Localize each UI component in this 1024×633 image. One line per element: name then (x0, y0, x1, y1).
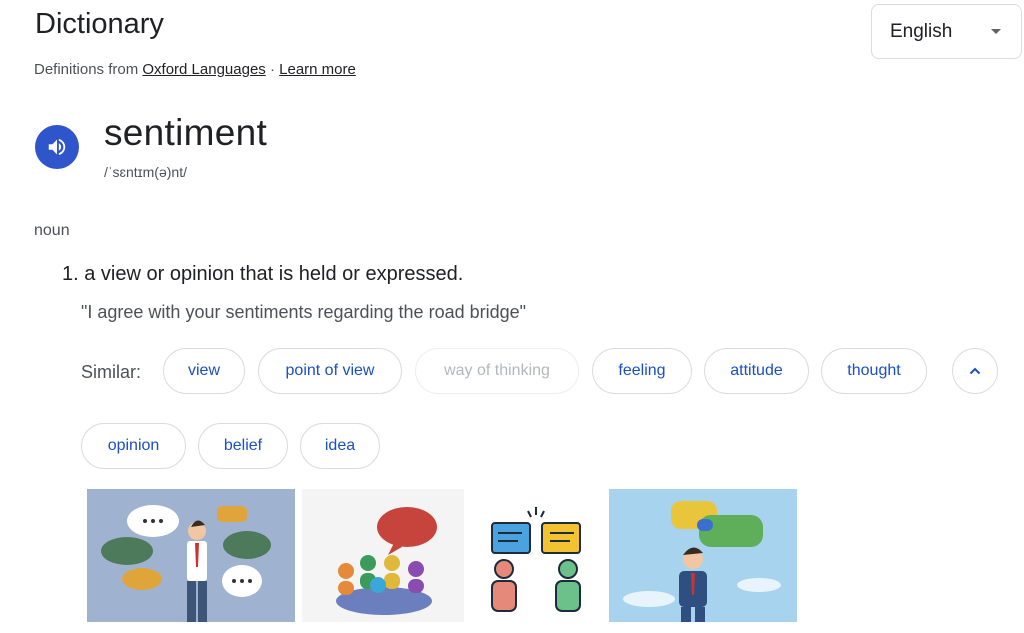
similar-label: Similar: (81, 362, 142, 382)
similar-chip[interactable]: way of thinking (415, 348, 579, 394)
chevron-down-icon (991, 29, 1001, 34)
collapse-similar-button[interactable] (952, 348, 998, 394)
similar-chip[interactable]: idea (300, 423, 380, 469)
similar-chip[interactable]: thought (821, 348, 927, 394)
similar-chip[interactable]: belief (198, 423, 288, 469)
speaker-icon (48, 138, 66, 156)
source-prefix: Definitions from (34, 61, 143, 78)
part-of-speech: noun (34, 222, 70, 239)
similar-chip[interactable]: feeling (592, 348, 692, 394)
opinion-image-thumbnail[interactable] (609, 489, 797, 622)
learn-more-link[interactable]: Learn more (279, 61, 356, 78)
similar-chip[interactable]: view (163, 348, 245, 394)
similar-chip[interactable]: point of view (258, 348, 402, 394)
oxford-languages-link[interactable]: Oxford Languages (142, 61, 265, 78)
businessman-thinking-illustration (623, 501, 781, 622)
source-line: Definitions from Oxford Languages · Lear… (34, 61, 356, 78)
language-value: English (890, 20, 953, 42)
opinion-group-illustration (336, 507, 437, 615)
similar-chip[interactable]: attitude (704, 348, 809, 394)
two-people-talking-illustration (491, 507, 581, 612)
similar-chip[interactable]: opinion (81, 423, 186, 469)
opinion-image-thumbnail[interactable] (302, 489, 464, 622)
pronunciation-button[interactable] (35, 125, 79, 169)
example-sentence: "I agree with your sentiments regarding … (81, 302, 527, 322)
headword: sentiment (104, 112, 268, 153)
opinion-image-thumbnail[interactable] (470, 489, 603, 622)
opinion-image-thumbnail[interactable] (87, 489, 295, 622)
language-dropdown[interactable]: English (871, 4, 1022, 59)
phonetic: /ˈsɛntɪm(ə)nt/ (104, 164, 187, 180)
chevron-up-icon (969, 367, 981, 375)
page-title: Dictionary (35, 8, 164, 40)
definition: 1. a view or opinion that is held or exp… (62, 263, 464, 285)
source-separator: · (265, 61, 280, 78)
speech-bubbles-illustration (101, 505, 271, 622)
